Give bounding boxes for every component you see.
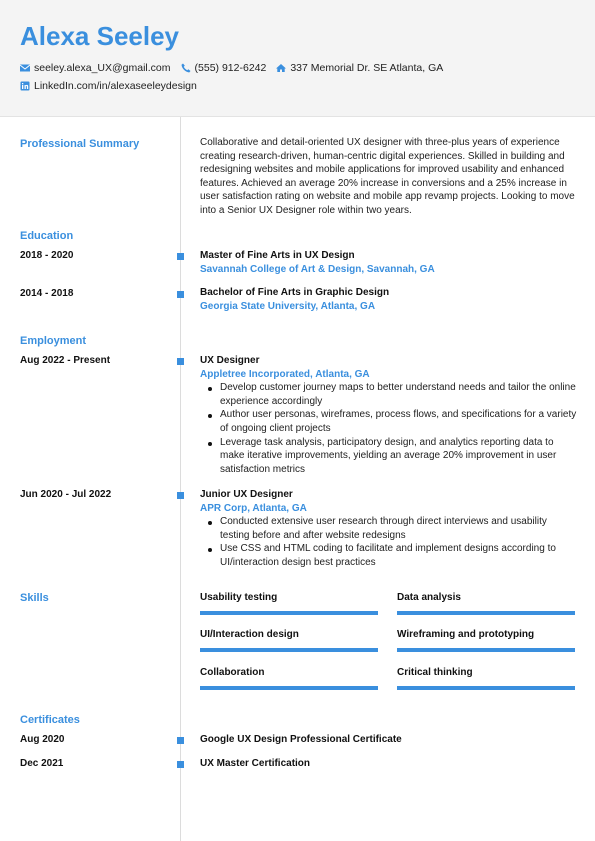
section-heading-skills: Skills — [20, 592, 49, 604]
timeline-marker — [177, 492, 184, 499]
job-title: Junior UX Designer — [200, 489, 293, 500]
home-icon — [276, 63, 287, 73]
job-bullet: Use CSS and HTML coding to facilitate an… — [208, 542, 578, 569]
skill-item: UI/Interaction design — [200, 628, 378, 652]
skill-item: Critical thinking — [397, 666, 575, 690]
contact-address: 337 Memorial Dr. SE Atlanta, GA — [276, 61, 443, 75]
section-heading-employment: Employment — [20, 335, 87, 347]
skill-name: Wireframing and prototyping — [397, 629, 535, 640]
skill-item: Data analysis — [397, 591, 575, 615]
address-text: 337 Memorial Dr. SE Atlanta, GA — [290, 62, 444, 74]
skill-item: Wireframing and prototyping — [397, 628, 575, 652]
school-name: Savannah College of Art & Design, Savann… — [200, 263, 435, 275]
contact-email[interactable]: seeley.alexa_UX@gmail.com — [20, 61, 171, 75]
email-text: seeley.alexa_UX@gmail.com — [34, 62, 171, 74]
skill-name: UI/Interaction design — [200, 629, 299, 640]
certificate-name: UX Master Certification — [200, 758, 311, 769]
timeline-divider — [180, 117, 181, 841]
timeline-marker — [177, 358, 184, 365]
linkedin-icon — [20, 81, 30, 91]
envelope-icon — [20, 63, 30, 73]
skill-bar — [397, 686, 575, 690]
employment-entry: Junior UX Designer APR Corp, Atlanta, GA… — [200, 488, 578, 570]
employment-entry: UX Designer Appletree Incorporated, Atla… — [200, 354, 578, 476]
contact-linkedin[interactable]: LinkedIn.com/in/alexaseeleydesign — [20, 79, 197, 93]
job-bullets: Conducted extensive user research throug… — [200, 515, 578, 569]
phone-icon — [181, 63, 191, 73]
skill-item: Usability testing — [200, 591, 378, 615]
skill-item: Collaboration — [200, 666, 378, 690]
employment-dates: Aug 2022 - Present — [20, 355, 111, 366]
skill-bar — [200, 611, 378, 615]
certificate-name: Google UX Design Professional Certificat… — [200, 734, 402, 745]
education-dates: 2018 - 2020 — [20, 250, 74, 261]
section-heading-summary: Professional Summary — [20, 138, 140, 150]
school-name: Georgia State University, Atlanta, GA — [200, 300, 376, 312]
job-bullet: Leverage task analysis, participatory de… — [208, 436, 578, 477]
candidate-name: Alexa Seeley — [20, 21, 180, 51]
employment-dates: Jun 2020 - Jul 2022 — [20, 489, 112, 500]
job-bullet: Develop customer journey maps to better … — [208, 381, 578, 408]
section-heading-education: Education — [20, 230, 74, 242]
resume-header: Alexa Seeley seeley.alexa_UX@gmail.com (… — [0, 0, 595, 117]
skill-bar — [200, 686, 378, 690]
phone-text: (555) 912-6242 — [194, 62, 267, 74]
contact-row: seeley.alexa_UX@gmail.com (555) 912-6242… — [20, 61, 453, 75]
education-entry: Master of Fine Arts in UX Design Savanna… — [200, 249, 578, 276]
skill-name: Critical thinking — [397, 667, 473, 678]
certificate-date: Dec 2021 — [20, 758, 64, 769]
job-bullets: Develop customer journey maps to better … — [200, 381, 578, 476]
contact-phone[interactable]: (555) 912-6242 — [181, 61, 267, 75]
section-heading-certificates: Certificates — [20, 714, 80, 726]
job-bullet: Conducted extensive user research throug… — [208, 515, 578, 542]
education-entry: Bachelor of Fine Arts in Graphic Design … — [200, 286, 578, 313]
skill-name: Collaboration — [200, 667, 265, 678]
company-name: APR Corp, Atlanta, GA — [200, 502, 307, 514]
skill-name: Usability testing — [200, 592, 278, 603]
contact-row: LinkedIn.com/in/alexaseeleydesign — [20, 79, 207, 93]
timeline-marker — [177, 253, 184, 260]
skill-name: Data analysis — [397, 592, 461, 603]
company-name: Appletree Incorporated, Atlanta, GA — [200, 368, 370, 380]
timeline-marker — [177, 291, 184, 298]
skill-bar — [397, 611, 575, 615]
timeline-marker — [177, 761, 184, 768]
degree-title: Bachelor of Fine Arts in Graphic Design — [200, 287, 390, 298]
education-dates: 2014 - 2018 — [20, 288, 74, 299]
degree-title: Master of Fine Arts in UX Design — [200, 250, 355, 261]
job-bullet: Author user personas, wireframes, proces… — [208, 409, 577, 434]
job-title: UX Designer — [200, 355, 260, 366]
skill-bar — [200, 648, 378, 652]
linkedin-text: LinkedIn.com/in/alexaseeleydesign — [34, 80, 197, 92]
certificate-date: Aug 2020 — [20, 734, 65, 745]
summary-text: Collaborative and detail-oriented UX des… — [200, 137, 575, 216]
skill-bar — [397, 648, 575, 652]
timeline-marker — [177, 737, 184, 744]
